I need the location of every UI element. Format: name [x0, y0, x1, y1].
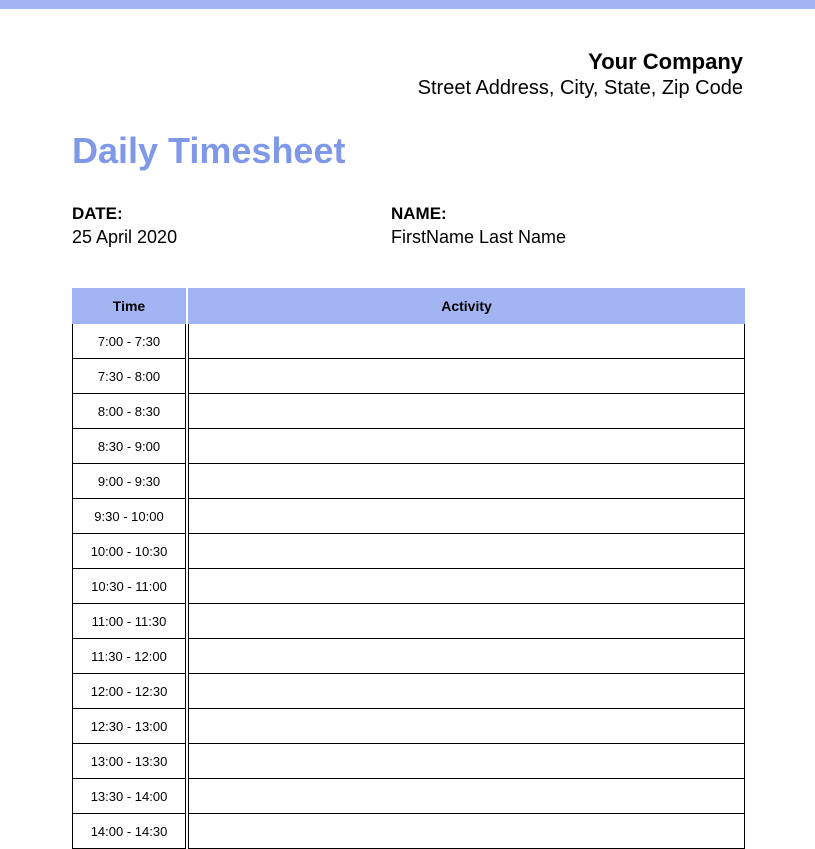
company-header: Your Company Street Address, City, State…	[0, 9, 815, 100]
company-address: Street Address, City, State, Zip Code	[72, 77, 743, 100]
time-cell: 13:00 - 13:30	[72, 744, 186, 779]
activity-cell[interactable]	[188, 464, 745, 499]
table-header-row: Time Activity	[72, 288, 745, 324]
time-cell: 9:00 - 9:30	[72, 464, 186, 499]
activity-cell[interactable]	[188, 744, 745, 779]
table-row: 12:30 - 13:00	[72, 709, 745, 744]
table-row: 10:00 - 10:30	[72, 534, 745, 569]
table-row: 9:30 - 10:00	[72, 499, 745, 534]
time-header: Time	[72, 288, 186, 324]
activity-cell[interactable]	[188, 674, 745, 709]
activity-cell[interactable]	[188, 569, 745, 604]
table-row: 11:30 - 12:00	[72, 639, 745, 674]
activity-cell[interactable]	[188, 639, 745, 674]
activity-cell[interactable]	[188, 324, 745, 359]
activity-cell[interactable]	[188, 534, 745, 569]
time-cell: 10:30 - 11:00	[72, 569, 186, 604]
page-title: Daily Timesheet	[0, 100, 815, 172]
time-cell: 8:30 - 9:00	[72, 429, 186, 464]
table-row: 8:00 - 8:30	[72, 394, 745, 429]
activity-cell[interactable]	[188, 814, 745, 849]
time-cell: 12:30 - 13:00	[72, 709, 186, 744]
timesheet-table: Time Activity 7:00 - 7:307:30 - 8:008:00…	[70, 288, 747, 849]
activity-cell[interactable]	[188, 359, 745, 394]
activity-cell[interactable]	[188, 604, 745, 639]
meta-date: DATE: 25 April 2020	[72, 204, 391, 248]
table-row: 9:00 - 9:30	[72, 464, 745, 499]
table-row: 13:30 - 14:00	[72, 779, 745, 814]
table-row: 14:00 - 14:30	[72, 814, 745, 849]
meta-row: DATE: 25 April 2020 NAME: FirstName Last…	[0, 172, 815, 248]
date-label: DATE:	[72, 204, 391, 224]
activity-cell[interactable]	[188, 779, 745, 814]
time-cell: 7:30 - 8:00	[72, 359, 186, 394]
time-cell: 11:30 - 12:00	[72, 639, 186, 674]
table-row: 8:30 - 9:00	[72, 429, 745, 464]
table-row: 13:00 - 13:30	[72, 744, 745, 779]
activity-header: Activity	[188, 288, 745, 324]
top-bar	[0, 0, 815, 9]
timesheet-table-wrap: Time Activity 7:00 - 7:307:30 - 8:008:00…	[0, 248, 815, 849]
company-name: Your Company	[72, 49, 743, 75]
name-label: NAME:	[391, 204, 566, 224]
activity-cell[interactable]	[188, 394, 745, 429]
time-cell: 13:30 - 14:00	[72, 779, 186, 814]
name-value: FirstName Last Name	[391, 227, 566, 248]
meta-name: NAME: FirstName Last Name	[391, 204, 566, 248]
time-cell: 8:00 - 8:30	[72, 394, 186, 429]
time-cell: 11:00 - 11:30	[72, 604, 186, 639]
time-cell: 10:00 - 10:30	[72, 534, 186, 569]
table-row: 12:00 - 12:30	[72, 674, 745, 709]
table-row: 10:30 - 11:00	[72, 569, 745, 604]
time-cell: 7:00 - 7:30	[72, 324, 186, 359]
time-cell: 12:00 - 12:30	[72, 674, 186, 709]
activity-cell[interactable]	[188, 709, 745, 744]
time-cell: 9:30 - 10:00	[72, 499, 186, 534]
table-row: 7:30 - 8:00	[72, 359, 745, 394]
time-cell: 14:00 - 14:30	[72, 814, 186, 849]
table-row: 11:00 - 11:30	[72, 604, 745, 639]
activity-cell[interactable]	[188, 499, 745, 534]
activity-cell[interactable]	[188, 429, 745, 464]
date-value: 25 April 2020	[72, 227, 391, 248]
table-row: 7:00 - 7:30	[72, 324, 745, 359]
